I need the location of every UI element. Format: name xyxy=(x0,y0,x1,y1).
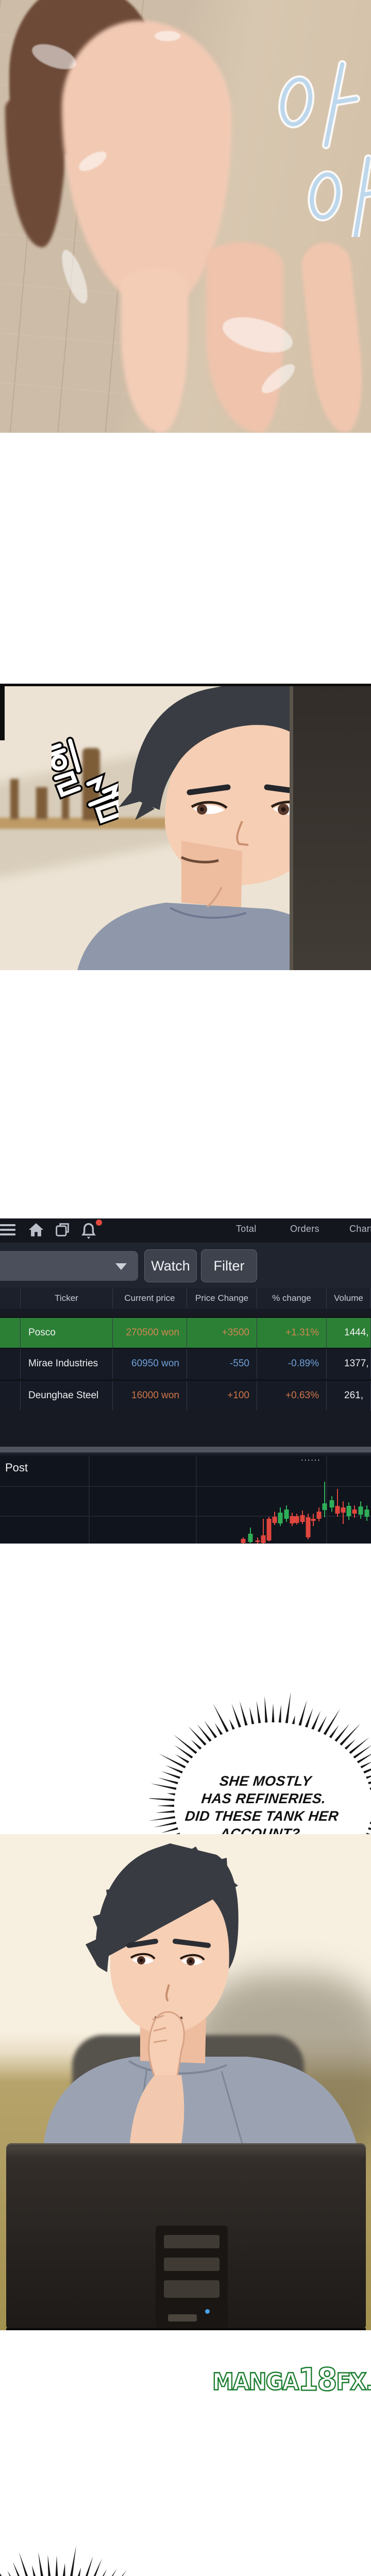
speech-bubble-text: SHE MOSTLY HAS REFINERIES. DID THESE TAN… xyxy=(166,1772,359,1842)
monitor-ports xyxy=(168,2314,197,2321)
table-row-posco[interactable]: Posco 270500 won +3500 +1.31% 1444, xyxy=(0,1317,371,1348)
watermark-part: FX.COM xyxy=(336,2370,371,2394)
row-spacer xyxy=(0,1381,21,1411)
candlestick-chart[interactable]: Post ...... xyxy=(0,1456,371,1544)
table-row-deunghae[interactable]: Deunghae Steel 16000 won +100 +0.63% 261… xyxy=(0,1380,371,1411)
row-spacer xyxy=(0,1349,21,1379)
water-splash xyxy=(155,31,180,41)
cell-ticker: Mirae Industries xyxy=(21,1349,113,1379)
watermark-part: MANGA xyxy=(212,2370,298,2394)
monitor-vent xyxy=(164,2258,220,2271)
monitor-side xyxy=(290,686,371,970)
cell-pct: -0.89% xyxy=(257,1349,327,1379)
sfx-glance-text xyxy=(52,735,119,828)
cell-volume: 1377, xyxy=(327,1349,371,1379)
menu-icon[interactable] xyxy=(0,1222,15,1238)
stock-app-screenshot: Total Orders Chart Watch Filter Ticker C… xyxy=(0,1218,371,1544)
cell-price: 16000 won xyxy=(113,1381,187,1411)
cell-change: +100 xyxy=(187,1381,257,1411)
webtoon-page: Total Orders Chart Watch Filter Ticker C… xyxy=(0,0,371,2576)
cell-pct: +0.63% xyxy=(257,1381,327,1411)
header-ticker[interactable]: Ticker xyxy=(21,1288,113,1309)
cell-price: 270500 won xyxy=(113,1318,187,1348)
panel-glance-scene xyxy=(0,684,371,970)
tab-orders[interactable]: Orders xyxy=(290,1224,319,1234)
header-spacer xyxy=(0,1288,21,1309)
panel-spacer xyxy=(0,1414,371,1447)
cell-ticker: Deunghae Steel xyxy=(21,1381,113,1411)
table-header: Ticker Current price Price Change % chan… xyxy=(0,1288,371,1309)
watermark-part: 18 xyxy=(298,2367,336,2394)
power-led xyxy=(205,2309,210,2314)
notification-dot xyxy=(96,1219,102,1226)
header-pct-change[interactable]: % change xyxy=(257,1288,327,1309)
home-icon[interactable] xyxy=(27,1221,45,1239)
panel-shower-scene xyxy=(0,0,371,433)
character-arm xyxy=(299,240,368,433)
cell-change: -550 xyxy=(187,1349,257,1379)
tab-chart[interactable]: Chart xyxy=(349,1224,371,1234)
copy-icon[interactable] xyxy=(54,1221,71,1239)
divider-bar xyxy=(0,1447,371,1454)
filter-button[interactable]: Filter xyxy=(201,1249,257,1282)
sfx-moan-text xyxy=(278,52,371,237)
stock-app-topbar: Total Orders Chart xyxy=(0,1218,371,1243)
cell-volume: 1444, xyxy=(327,1318,371,1348)
speech-bubble-partial xyxy=(0,2521,160,2576)
tab-total[interactable]: Total xyxy=(236,1224,257,1234)
chart-canvas xyxy=(0,1456,371,1544)
row-spacer xyxy=(0,1318,21,1348)
site-watermark: MANGA18FX.COM xyxy=(212,2367,371,2394)
stock-app-toolbar: Watch Filter xyxy=(0,1243,371,1288)
header-volume[interactable]: Volume xyxy=(327,1288,371,1309)
header-current-price[interactable]: Current price xyxy=(113,1288,187,1309)
monitor-stand xyxy=(156,2226,228,2330)
cell-ticker: Posco xyxy=(21,1318,113,1348)
watch-button[interactable]: Watch xyxy=(144,1249,197,1282)
desk-edge xyxy=(6,2328,366,2330)
panel-desk-scene xyxy=(0,1834,371,2330)
watchlist-dropdown[interactable] xyxy=(0,1251,138,1281)
header-price-change[interactable]: Price Change xyxy=(187,1288,257,1309)
monitor-vent xyxy=(164,2280,220,2298)
monitor-vent xyxy=(164,2235,220,2248)
chevron-down-icon xyxy=(115,1263,127,1270)
cell-price: 60950 won xyxy=(113,1349,187,1379)
cell-pct: +1.31% xyxy=(257,1318,327,1348)
table-row-mirae[interactable]: Mirae Industries 60950 won -550 -0.89% 1… xyxy=(0,1348,371,1379)
cell-change: +3500 xyxy=(187,1318,257,1348)
monitor-rear xyxy=(6,2143,366,2330)
cell-volume: 261, xyxy=(327,1381,371,1411)
